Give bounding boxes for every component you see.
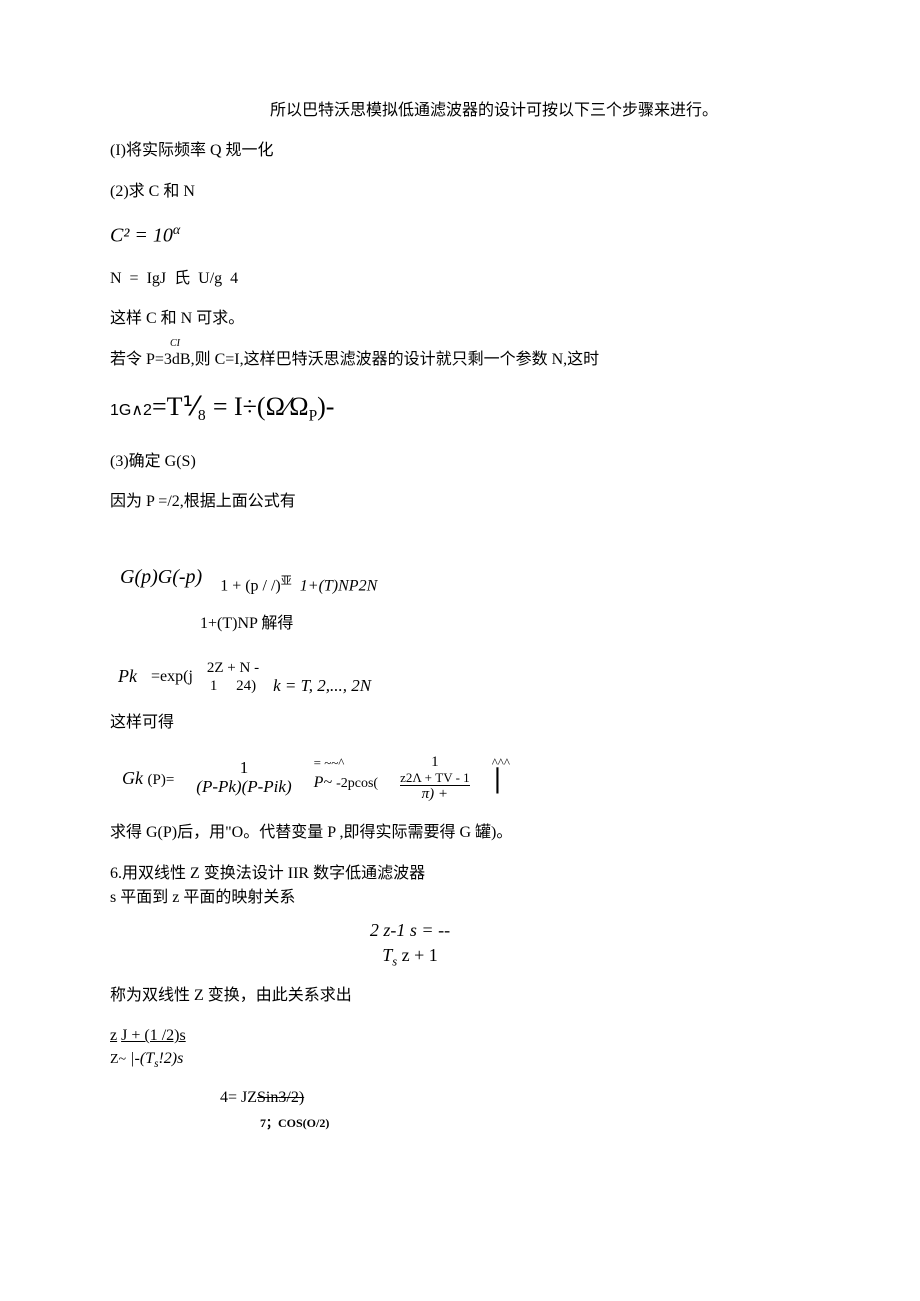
eq4-strike: Sin3/2) [257, 1089, 304, 1106]
big-eq-mid: =T⅟₈ = I÷ [152, 392, 257, 421]
gk-equation: Gk (P)= 1 (P-Pk)(P-Pik) = ~~^ P~ -2pcos(… [110, 752, 522, 804]
z-bot-tail: !2)s [158, 1050, 183, 1067]
step-3: (3)确定 G(S) [110, 451, 810, 473]
pk-tail: k = T, 2,..., 2N [267, 656, 377, 698]
z-bot: |-(T [130, 1050, 154, 1067]
big-eq-prefix: 1G∧2 [110, 402, 152, 419]
center-eq-bot: T [382, 945, 392, 965]
s-mapping-equation: 2 z-1 s = -- Ts z + 1 [260, 918, 560, 971]
gp-r1-sup: 亚 [281, 575, 292, 587]
z-top: J + (1 /2)s [121, 1027, 186, 1044]
gk-left: Gk [122, 768, 143, 788]
big-equation: 1G∧2=T⅟₈ = I÷(Ω⁄ΩP)- [110, 389, 810, 427]
pk-eq: =exp(j [145, 656, 199, 698]
after-gp: 求得 G(P)后，用"O。代替变量 P ,即得实际需要得 G 罐)。 [110, 822, 810, 844]
eq-7: 7；COS(O/2) [260, 1115, 810, 1132]
equation-n: N = IgJ 氏 U/g 4 [110, 268, 810, 290]
p-3db: 若令 P=3dB,则 C=I,这样巴特沃思滤波器的设计就只剩一个参数 N,这时 [110, 349, 810, 371]
eq4-text: 4= JZ [220, 1089, 257, 1106]
eq-c2-base: C² = 10 [110, 225, 173, 247]
gp-row2: 1+(T)NP 解得 [110, 613, 810, 635]
pk-left: Pk [112, 656, 143, 698]
pk-numerator: 2Z + N - [207, 659, 259, 677]
z-equation: z J + (1 /2)s Z~ |-(Ts!2)s [110, 1025, 810, 1072]
eq-4: 4= JZSin3/2) [220, 1087, 810, 1109]
p-half: 因为 P =/2,根据上面公式有 [110, 491, 810, 513]
pk-den2: 24) [236, 678, 256, 694]
center-eq-bot-tail: z + 1 [397, 945, 438, 965]
equation-c-squared: C² = 10α [110, 221, 810, 250]
big-eq-paren: (Ω⁄Ω [257, 392, 309, 421]
gk-mid: = ~~^ [314, 754, 378, 772]
gk-num2: 1 [400, 754, 470, 771]
gk-inner-tail: π) + [422, 786, 448, 802]
big-eq-sub: P [309, 407, 318, 424]
center-eq-top: 2 z-1 s = -- [260, 918, 560, 943]
section-6-line1: 6.用双线性 Z 变换法设计 IIR 数字低通滤波器 [110, 863, 810, 885]
big-eq-end: )- [317, 392, 334, 421]
gk-num1: 1 [196, 759, 291, 778]
gp-equation: G(p)G(-p) 1 + (p / /)亚 1+(T)NP2N [110, 554, 387, 600]
so-get: 这样可得 [110, 712, 810, 734]
gp-left: G(p)G(-p) [112, 556, 210, 598]
gk-den2b: -2pcos( [336, 776, 378, 791]
pk-equation: Pk =exp(j 2Z + N - 1 24) k = T, 2,..., 2… [110, 654, 379, 700]
z-top-left: z [110, 1027, 117, 1044]
gp-r1-tail: 1+(T)NP2N [300, 577, 377, 594]
step-1: (I)将实际频率 Q 规一化 [110, 140, 810, 162]
step-2: (2)求 C 和 N [110, 181, 810, 203]
gk-den1: (P-Pk)(P-Pik) [196, 778, 291, 797]
gk-inner-num: z2Λ + TV - 1 [400, 771, 470, 785]
section-6-line2: s 平面到 z 平面的映射关系 [110, 887, 810, 909]
gk-p: (P)= [148, 772, 175, 788]
document-page: 所以巴特沃思模拟低通滤波器的设计可按以下三个步骤来进行。 (I)将实际频率 Q … [0, 0, 920, 1192]
gp-r1: 1 + (p / /) [220, 577, 281, 594]
pk-den1: 1 [210, 678, 218, 694]
cn-solvable: 这样 C 和 N 可求。 [110, 308, 810, 330]
bilinear-text: 称为双线性 Z 变换，由此关系求出 [110, 985, 810, 1007]
eq-c2-superscript: α [173, 223, 180, 238]
intro-text: 所以巴特沃思模拟低通滤波器的设计可按以下三个步骤来进行。 [110, 100, 810, 122]
z-bot-left: Z~ [110, 1052, 126, 1067]
gk-den2a: P~ [314, 774, 336, 791]
